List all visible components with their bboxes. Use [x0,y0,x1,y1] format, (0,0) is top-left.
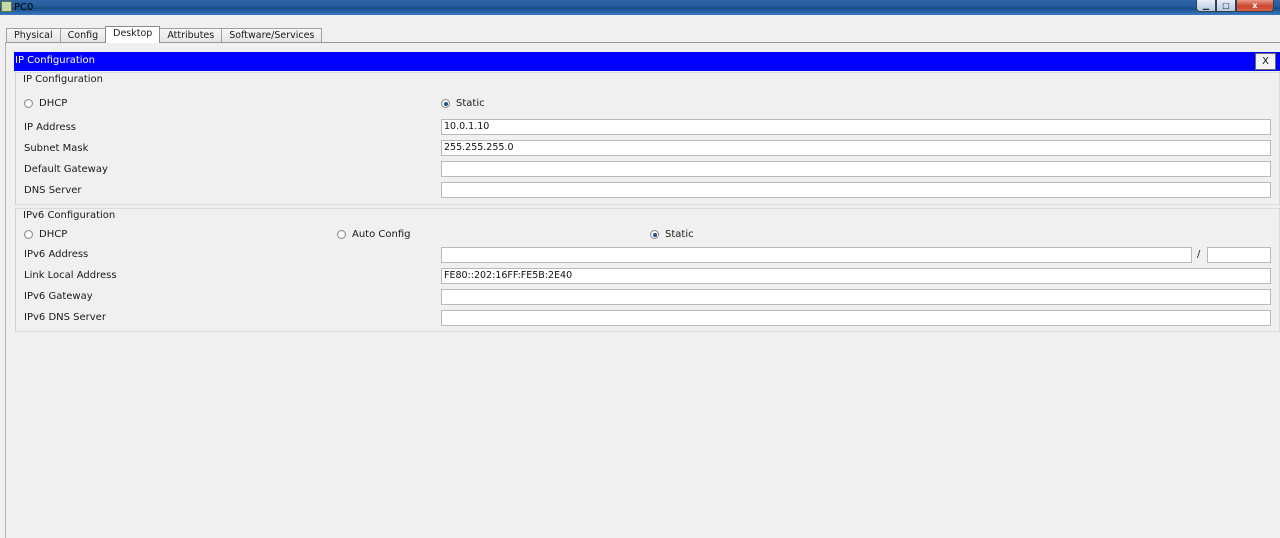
ipv4-group: IP Configuration DHCP Static IP Address … [15,72,1280,205]
window-title: PC0 [14,2,34,13]
app-icon [1,1,12,12]
window-close-button[interactable]: x [1236,0,1274,12]
tab-panel-border [5,42,1280,43]
close-button[interactable]: X [1255,53,1276,70]
ipv4-dhcp-label: DHCP [39,98,68,109]
ipv6-address-label: IPv6 Address [24,249,89,260]
ipv6-dhcp-option[interactable]: DHCP [24,229,67,240]
default-gateway-label: Default Gateway [24,164,108,175]
tab-attributes[interactable]: Attributes [159,28,223,43]
subnet-mask-field[interactable]: 255.255.255.0 [441,140,1271,156]
ip-address-label: IP Address [24,122,76,133]
link-local-address-field[interactable]: FE80::202:16FF:FE5B:2E40 [441,268,1271,284]
ipv6-auto-config-option[interactable]: Auto Config [337,229,410,240]
ipv6-dhcp-label: DHCP [39,229,68,240]
ipv6-group-title: IPv6 Configuration [23,210,116,221]
maximize-button[interactable]: □ [1216,0,1236,12]
ip-address-field[interactable]: 10.0.1.10 [441,119,1271,135]
dns-server-label: DNS Server [24,185,82,196]
tab-config[interactable]: Config [59,28,107,43]
ipv4-static-option[interactable]: Static [441,98,485,109]
window-controls: ▁ □ x [1196,0,1274,13]
default-gateway-field[interactable] [441,161,1271,177]
tab-bar: Physical Config Desktop Attributes Softw… [6,26,323,43]
dns-server-field[interactable] [441,182,1271,198]
ipv6-group: IPv6 Configuration DHCP Auto Config Stat… [15,208,1280,332]
ipv6-gateway-field[interactable] [441,289,1271,305]
tab-physical[interactable]: Physical [6,28,61,43]
header-title: IP Configuration [15,55,95,66]
ipv4-static-label: Static [456,98,485,109]
ipv6-address-field[interactable] [441,247,1192,263]
title-bar[interactable]: PC0 ▁ □ x [0,0,1280,15]
minimize-button[interactable]: ▁ [1196,0,1216,12]
tab-desktop[interactable]: Desktop [105,26,161,43]
ipv6-static-radio[interactable] [650,230,659,239]
link-local-address-label: Link Local Address [24,270,117,281]
ipv6-static-option[interactable]: Static [650,229,694,240]
ipv6-dns-server-field[interactable] [441,310,1271,326]
subnet-mask-label: Subnet Mask [24,143,89,154]
ipv6-auto-config-radio[interactable] [337,230,346,239]
tab-software-services[interactable]: Software/Services [221,28,323,43]
ipv4-dhcp-radio[interactable] [24,99,33,108]
ipv4-group-title: IP Configuration [23,74,103,85]
ipv4-static-radio[interactable] [441,99,450,108]
ip-configuration-header: IP Configuration X [14,52,1280,71]
ipv6-dhcp-radio[interactable] [24,230,33,239]
panel-edge [5,42,6,538]
ipv6-gateway-label: IPv6 Gateway [24,291,93,302]
ipv6-prefix-length-field[interactable] [1207,247,1271,263]
prefix-separator: / [1197,249,1201,260]
ipv6-dns-server-label: IPv6 DNS Server [24,312,106,323]
ipv6-static-label: Static [665,229,694,240]
ipv4-dhcp-option[interactable]: DHCP [24,98,67,109]
ipv6-auto-config-label: Auto Config [352,229,411,240]
